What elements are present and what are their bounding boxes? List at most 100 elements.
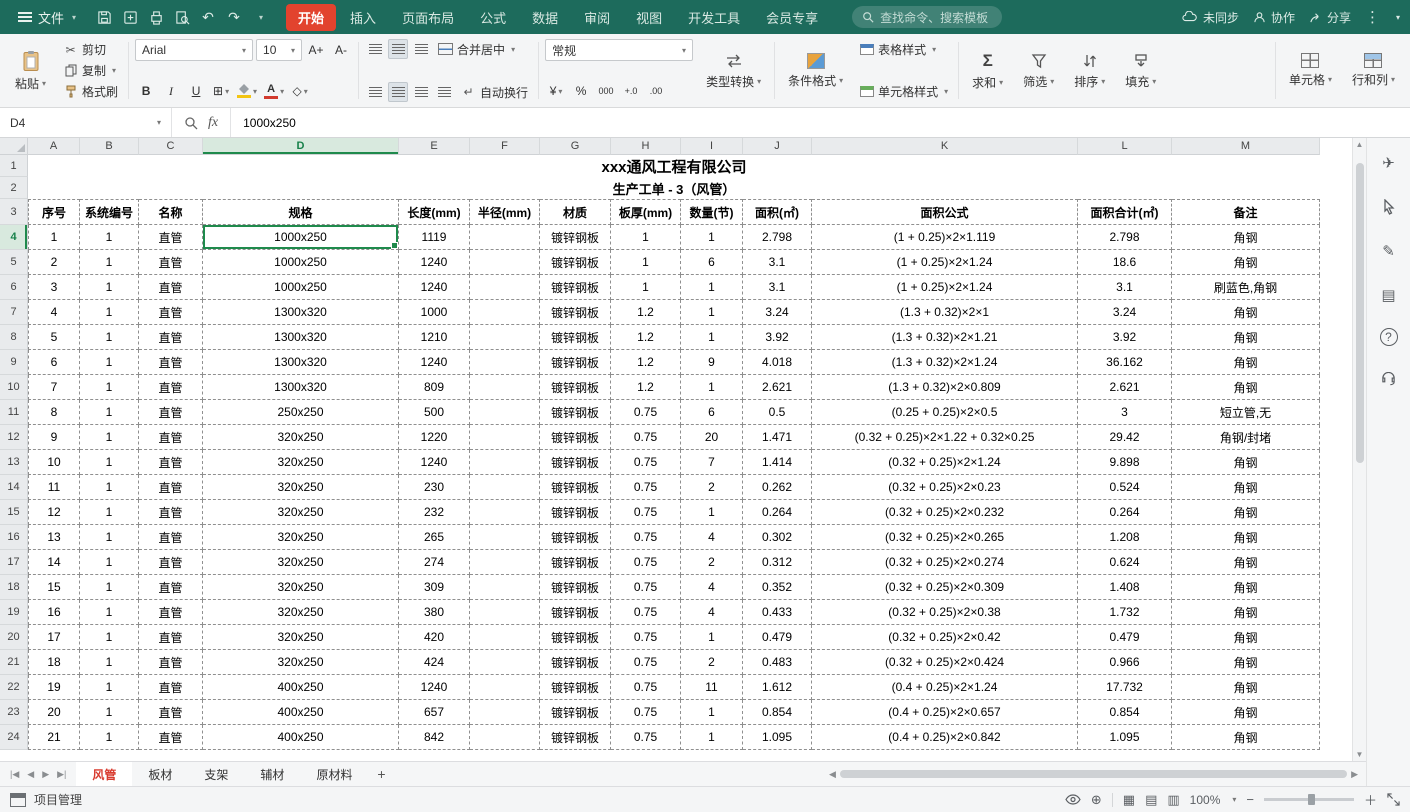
cell-L24[interactable]: 1.095 [1078,725,1172,750]
cell-E6[interactable]: 1240 [399,275,470,300]
cell-F17[interactable] [470,550,540,575]
cell-A24[interactable]: 21 [28,725,80,750]
cell-D16[interactable]: 320x250 [203,525,399,550]
cell-E19[interactable]: 380 [399,600,470,625]
page-break-view-icon[interactable]: ▥ [1167,792,1179,808]
normal-view-icon[interactable]: ▦ [1123,792,1135,808]
help-icon[interactable]: ? [1380,328,1398,346]
copy-button[interactable]: 复制▾ [59,61,122,80]
cell-C10[interactable]: 直管 [139,375,203,400]
row-header-6[interactable]: 6 [0,275,28,300]
undo-button[interactable]: ↶ [196,5,220,29]
cell-M10[interactable]: 角钢 [1172,375,1320,400]
cell-H4[interactable]: 1 [611,225,681,250]
cell-E21[interactable]: 424 [399,650,470,675]
decrease-decimal-button[interactable]: .00 [645,80,667,102]
cell-B14[interactable]: 1 [80,475,139,500]
cell-L20[interactable]: 0.479 [1078,625,1172,650]
cell-D14[interactable]: 320x250 [203,475,399,500]
row-header-22[interactable]: 22 [0,675,28,700]
cell-G22[interactable]: 镀锌钢板 [540,675,611,700]
cell-A20[interactable]: 17 [28,625,80,650]
cell-F10[interactable] [470,375,540,400]
scroll-right-icon[interactable]: ▶ [1351,769,1358,780]
cell-L12[interactable]: 29.42 [1078,425,1172,450]
cell-K22[interactable]: (0.4 + 0.25)×2×1.24 [812,675,1078,700]
cell-C8[interactable]: 直管 [139,325,203,350]
cell-I7[interactable]: 1 [681,300,743,325]
cell-F18[interactable] [470,575,540,600]
search-box[interactable]: 查找命令、搜索模板 [852,6,1002,28]
header-cell-L3[interactable]: 面积合计(㎡) [1078,199,1172,225]
sheet-tab-板材[interactable]: 板材 [132,762,188,786]
cell-I14[interactable]: 2 [681,475,743,500]
cell-E15[interactable]: 232 [399,500,470,525]
cell-C13[interactable]: 直管 [139,450,203,475]
column-header-I[interactable]: I [681,138,743,155]
cell-K13[interactable]: (0.32 + 0.25)×2×1.24 [812,450,1078,475]
cell-A17[interactable]: 14 [28,550,80,575]
cell-E4[interactable]: 1119 [399,225,470,250]
bold-button[interactable]: B [135,80,157,102]
cell-H13[interactable]: 0.75 [611,450,681,475]
cell-A11[interactable]: 8 [28,400,80,425]
cell-M17[interactable]: 角钢 [1172,550,1320,575]
column-header-H[interactable]: H [611,138,681,155]
row-header-3[interactable]: 3 [0,199,28,225]
cell-F21[interactable] [470,650,540,675]
file-menu-button[interactable]: 文件 ▾ [10,4,84,31]
align-left-button[interactable] [365,39,385,59]
row-header-24[interactable]: 24 [0,725,28,750]
formula-input[interactable]: 1000x250 [231,116,308,130]
ribbon-tab-会员专享[interactable]: 会员专享 [754,4,830,31]
cell-D17[interactable]: 320x250 [203,550,399,575]
cell-D20[interactable]: 320x250 [203,625,399,650]
cell-G24[interactable]: 镀锌钢板 [540,725,611,750]
cell-G18[interactable]: 镀锌钢板 [540,575,611,600]
cell-M7[interactable]: 角钢 [1172,300,1320,325]
select-all-corner[interactable] [0,138,28,155]
cell-H14[interactable]: 0.75 [611,475,681,500]
print-preview-button[interactable] [170,5,194,29]
cell-D21[interactable]: 320x250 [203,650,399,675]
table-style-button[interactable]: 表格样式▾ [856,40,952,59]
add-sheet-button[interactable]: + [368,762,394,786]
cell-K21[interactable]: (0.32 + 0.25)×2×0.424 [812,650,1078,675]
cell-K18[interactable]: (0.32 + 0.25)×2×0.309 [812,575,1078,600]
cell-A4[interactable]: 1 [28,225,80,250]
row-header-4[interactable]: 4 [0,225,28,250]
cell-B11[interactable]: 1 [80,400,139,425]
scroll-left-icon[interactable]: ◀ [829,769,836,780]
cell-F14[interactable] [470,475,540,500]
row-header-5[interactable]: 5 [0,250,28,275]
column-header-D[interactable]: D [203,138,399,155]
search-function-icon[interactable] [184,116,198,130]
cell-E20[interactable]: 420 [399,625,470,650]
cell-M13[interactable]: 角钢 [1172,450,1320,475]
cell-K23[interactable]: (0.4 + 0.25)×2×0.657 [812,700,1078,725]
cell-J6[interactable]: 3.1 [743,275,812,300]
cell-E7[interactable]: 1000 [399,300,470,325]
sheet-tab-支架[interactable]: 支架 [188,762,244,786]
row-header-11[interactable]: 11 [0,400,28,425]
cell-L5[interactable]: 18.6 [1078,250,1172,275]
cell-G4[interactable]: 镀锌钢板 [540,225,611,250]
cell-H19[interactable]: 0.75 [611,600,681,625]
header-cell-M3[interactable]: 备注 [1172,199,1320,225]
cell-K8[interactable]: (1.3 + 0.32)×2×1.21 [812,325,1078,350]
cell-B12[interactable]: 1 [80,425,139,450]
cell-L13[interactable]: 9.898 [1078,450,1172,475]
cell-K14[interactable]: (0.32 + 0.25)×2×0.23 [812,475,1078,500]
filter-button[interactable]: 筛选▾ [1016,39,1061,102]
cell-C15[interactable]: 直管 [139,500,203,525]
cell-I24[interactable]: 1 [681,725,743,750]
cell-E17[interactable]: 274 [399,550,470,575]
row-header-16[interactable]: 16 [0,525,28,550]
cell-C4[interactable]: 直管 [139,225,203,250]
cell-J10[interactable]: 2.621 [743,375,812,400]
cell-G8[interactable]: 镀锌钢板 [540,325,611,350]
cell-D19[interactable]: 320x250 [203,600,399,625]
cell-D22[interactable]: 400x250 [203,675,399,700]
redo-button[interactable]: ↷ [222,5,246,29]
align-center-button[interactable] [388,39,408,59]
